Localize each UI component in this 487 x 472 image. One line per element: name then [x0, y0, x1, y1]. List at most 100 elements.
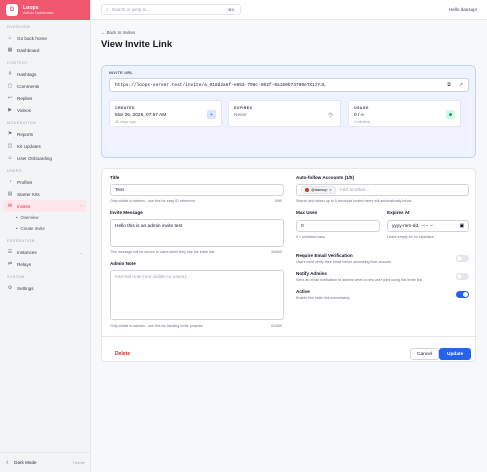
sidebar-subitem-overview[interactable]: • Overview: [0, 212, 90, 223]
maxuses-input[interactable]: 0: [296, 220, 380, 232]
created-stat: CREATED Mar 26, 2026, 07:57 AM 36 days a…: [109, 100, 222, 127]
sidebar-subitem-label: Overview: [20, 215, 39, 220]
active-toggle[interactable]: [456, 291, 469, 298]
onboarding-icon: ☺: [7, 155, 13, 161]
notify-label: Notify Admins: [296, 271, 327, 276]
delete-button[interactable]: Delete: [115, 351, 130, 357]
nav-section-system: SYSTEM: [7, 275, 25, 279]
sidebar-item-instances[interactable]: ☰ Instances ⌄: [0, 246, 90, 258]
message-help: This message will be shown to users when…: [110, 250, 215, 254]
close-icon[interactable]: ×: [329, 188, 331, 192]
sidebar-item-settings[interactable]: ⚙ Settings: [0, 282, 90, 294]
sidebar-item-kit-updates[interactable]: ◫ Kit Updates: [0, 140, 90, 152]
form-divider: [102, 336, 477, 337]
message-label: Invite Message: [110, 210, 143, 215]
user-greeting[interactable]: Hello dansup!: [449, 7, 477, 12]
expires-label: EXPIRES: [234, 106, 253, 110]
sidebar-item-comments[interactable]: ▢ Comments: [0, 80, 90, 92]
nav-section-content: CONTENT: [7, 61, 28, 65]
theme-label: Theme: [72, 460, 85, 465]
maxuses-value: 0: [301, 223, 304, 229]
autofollow-input[interactable]: @dansup × Add another...: [296, 184, 469, 196]
created-label: CREATED: [115, 106, 135, 110]
server-icon: ☰: [7, 249, 13, 255]
title-value: Test: [115, 187, 124, 193]
dark-mode-label: Dark Mode: [14, 460, 37, 465]
sidebar-subitem-create-invite[interactable]: • Create Invite: [0, 223, 90, 234]
expires-at-value: yyyy-mm-dd, --:-- --: [392, 223, 434, 229]
sidebar-item-dashboard[interactable]: ▦ Dashboard: [0, 44, 90, 56]
expires-at-input[interactable]: yyyy-mm-dd, --:-- -- ▣: [387, 220, 469, 232]
cancel-button[interactable]: Cancel: [410, 348, 439, 360]
search-shortcut: ⌘K: [226, 7, 236, 12]
dark-mode-toggle[interactable]: ☾ Dark Mode Theme: [0, 452, 91, 472]
main-content: ← Back to Invites View Invite Link INVIT…: [91, 20, 487, 472]
autofollow-help: Search and select up to 5 accounts invit…: [296, 199, 412, 203]
created-value: Mar 26, 2026, 07:57 AM: [115, 113, 167, 118]
nav-section-moderation: MODERATION: [7, 121, 37, 125]
update-button[interactable]: Update: [439, 348, 472, 360]
starter-kit-icon: ▤: [7, 191, 13, 197]
usage-sub: Unlimited: [354, 120, 370, 124]
sidebar-item-label: Instances: [17, 249, 37, 255]
verify-label: Require Email Verification: [296, 253, 353, 258]
invite-icon: ✉: [7, 203, 13, 209]
note-label: Admin Note: [110, 261, 136, 266]
sidebar-item-label: Replies: [17, 95, 33, 101]
sidebar-item-user-onboarding[interactable]: ☺ User Onboarding: [0, 152, 90, 164]
avatar: [305, 188, 309, 192]
search-placeholder: Search or jump to...: [111, 7, 150, 12]
invite-url-panel: INVITE URL https://loops-server.test/inv…: [101, 65, 476, 158]
sidebar-item-label: Comments: [17, 83, 40, 89]
brand-subtitle: Admin Dashboard: [23, 10, 54, 15]
message-textarea[interactable]: Hello this is an admin invite test: [110, 219, 284, 247]
comment-icon: ▢: [7, 83, 13, 89]
notify-toggle[interactable]: [456, 273, 469, 280]
user-icon: ◔: [8, 179, 12, 185]
verify-toggle[interactable]: [456, 255, 469, 262]
autofollow-label: Auto-follow Accounts (1/5): [296, 175, 355, 180]
chip-label: @dansup: [311, 188, 328, 192]
hashtag-icon: #: [8, 71, 12, 77]
sidebar-item-reports[interactable]: ⚑ Reports: [0, 128, 90, 140]
message-count: 34/500: [271, 250, 282, 254]
sidebar-item-label: Relays: [17, 261, 32, 267]
sidebar-item-replies[interactable]: ↩ Replies: [0, 92, 90, 104]
add-icon[interactable]: +: [207, 110, 216, 119]
users-icon: ☻: [446, 110, 455, 119]
relay-icon: ⇄: [7, 261, 13, 267]
copy-icon[interactable]: ⧉: [447, 82, 451, 88]
sidebar-item-relays[interactable]: ⇄ Relays: [0, 258, 90, 270]
sidebar-item-hashtags[interactable]: # Hashtags: [0, 68, 90, 80]
sidebar-item-starter-kits[interactable]: ▤ Starter Kits: [0, 188, 90, 200]
brand-header[interactable]: D Loops Admin Dashboard: [0, 0, 90, 20]
note-help: Only visible to admins - use this for tr…: [110, 324, 203, 328]
sidebar: D Loops Admin Dashboard OVERVIEW ⌂ Go bac…: [0, 0, 91, 472]
external-link-icon[interactable]: ↗: [459, 82, 463, 88]
expires-at-label: Expires At: [387, 210, 410, 215]
nav-section-federation: FEDERATION: [7, 239, 35, 243]
sidebar-item-label: User Onboarding: [17, 155, 52, 161]
sidebar-item-go-back-home[interactable]: ⌂ Go back home: [0, 32, 90, 44]
chevron-down-icon: ⌄: [79, 249, 83, 255]
autofollow-chip[interactable]: @dansup ×: [301, 186, 336, 194]
nav-section-users: USERS: [7, 169, 22, 173]
back-to-invites-link[interactable]: ← Back to Invites: [101, 30, 135, 35]
note-textarea[interactable]: Internal note (not visible to users)...: [110, 270, 284, 320]
sidebar-item-videos[interactable]: ▶ Videos: [0, 104, 90, 116]
reply-icon: ↩: [7, 95, 13, 101]
sidebar-item-profiles[interactable]: ◔ Profiles: [0, 176, 90, 188]
usage-label: USAGE: [354, 106, 369, 110]
flag-icon: ⚑: [7, 131, 13, 137]
calendar-icon[interactable]: ▣: [459, 224, 464, 229]
title-help: Only visible to admins - use this for ea…: [110, 199, 196, 203]
sidebar-item-invites[interactable]: ✉ Invites ⌃: [3, 200, 87, 212]
active-label: Active: [296, 289, 310, 294]
note-placeholder: Internal note (not visible to users)...: [115, 275, 190, 280]
invite-url-field[interactable]: https://loops-server.test/invite/a_010d2…: [109, 78, 469, 92]
sidebar-item-label: Dashboard: [17, 47, 40, 53]
title-input[interactable]: Test: [110, 184, 284, 196]
notify-help: Send an email notification to admins whe…: [296, 278, 423, 282]
search-input[interactable]: ⌕ Search or jump to... ⌘K: [101, 4, 241, 15]
verify-help: Users must verify their email before acc…: [296, 260, 392, 264]
